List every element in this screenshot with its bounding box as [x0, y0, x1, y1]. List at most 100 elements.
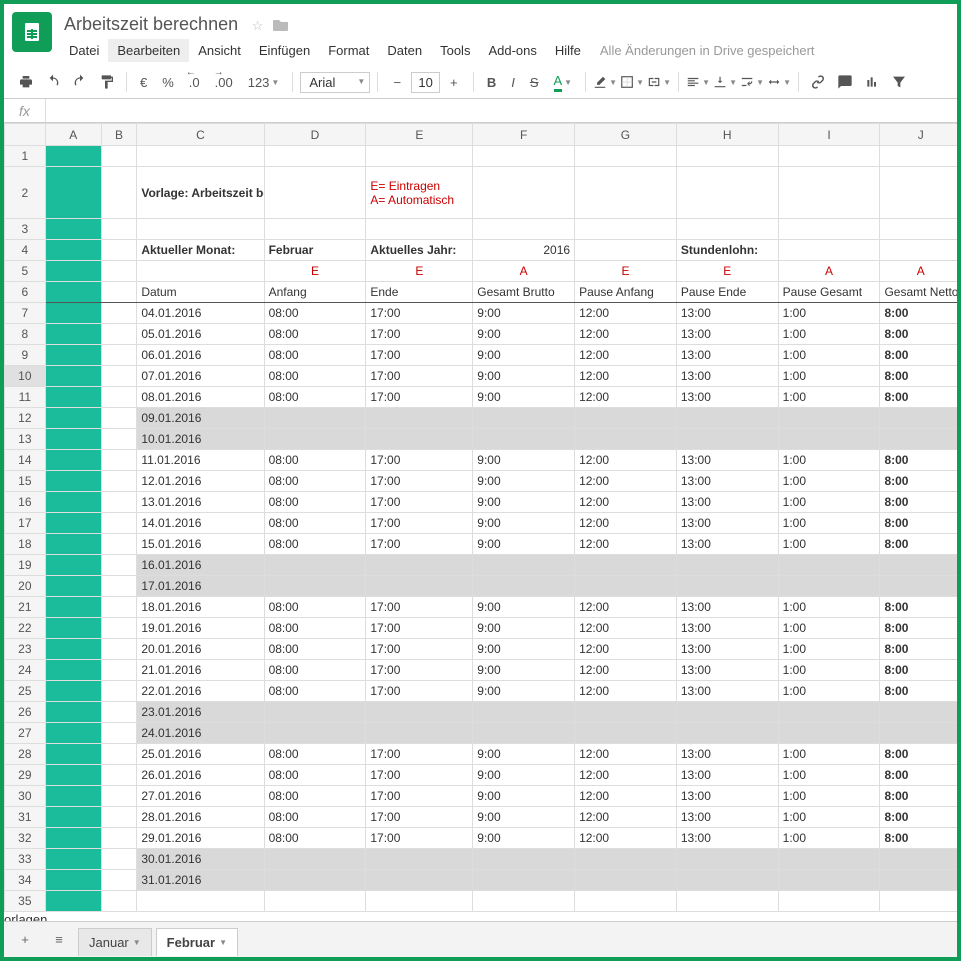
- col-head-I[interactable]: I: [778, 124, 880, 146]
- menu-einfügen[interactable]: Einfügen: [250, 39, 319, 62]
- cell[interactable]: [45, 240, 101, 261]
- cell[interactable]: [101, 576, 137, 597]
- cell[interactable]: [45, 513, 101, 534]
- col-head-A[interactable]: A: [45, 124, 101, 146]
- cell[interactable]: [880, 555, 957, 576]
- cell[interactable]: 08:00: [264, 513, 366, 534]
- cell[interactable]: 17:00: [366, 492, 473, 513]
- cell[interactable]: [101, 702, 137, 723]
- fill-color-button[interactable]: ▼: [593, 70, 617, 94]
- row-head-17[interactable]: 17: [5, 513, 46, 534]
- row-head-6[interactable]: 6: [5, 282, 46, 303]
- bold-button[interactable]: B: [481, 70, 502, 94]
- cell[interactable]: E: [676, 261, 778, 282]
- cell[interactable]: 18.01.2016: [137, 597, 264, 618]
- cell[interactable]: [366, 146, 473, 167]
- cell[interactable]: 08:00: [264, 765, 366, 786]
- cell[interactable]: [778, 702, 880, 723]
- cell[interactable]: [45, 492, 101, 513]
- cell[interactable]: E: [366, 261, 473, 282]
- cell[interactable]: [264, 702, 366, 723]
- cell[interactable]: 13:00: [676, 639, 778, 660]
- cell[interactable]: 8:00: [880, 765, 957, 786]
- cell[interactable]: 12:00: [575, 303, 677, 324]
- cell[interactable]: 12:00: [575, 450, 677, 471]
- cell[interactable]: 12:00: [575, 744, 677, 765]
- cell[interactable]: [45, 597, 101, 618]
- cell[interactable]: [676, 167, 778, 219]
- cell[interactable]: Vorlage: Arbeitszeit berechnen: [137, 167, 264, 219]
- cell[interactable]: [880, 146, 957, 167]
- col-head-H[interactable]: H: [676, 124, 778, 146]
- col-head-C[interactable]: C: [137, 124, 264, 146]
- cell[interactable]: 08.01.2016: [137, 387, 264, 408]
- cell[interactable]: [366, 576, 473, 597]
- cell[interactable]: [473, 702, 575, 723]
- cell[interactable]: [880, 408, 957, 429]
- cell[interactable]: 1:00: [778, 681, 880, 702]
- cell[interactable]: 8:00: [880, 303, 957, 324]
- cell[interactable]: A: [778, 261, 880, 282]
- cell[interactable]: 9:00: [473, 513, 575, 534]
- cell[interactable]: [45, 807, 101, 828]
- cell[interactable]: 1:00: [778, 303, 880, 324]
- cell[interactable]: 1:00: [778, 366, 880, 387]
- cell[interactable]: 12:00: [575, 345, 677, 366]
- cell[interactable]: [473, 408, 575, 429]
- cell[interactable]: [45, 828, 101, 849]
- cell[interactable]: [45, 261, 101, 282]
- cell[interactable]: [101, 555, 137, 576]
- row-head-22[interactable]: 22: [5, 618, 46, 639]
- cell[interactable]: 12:00: [575, 366, 677, 387]
- cell[interactable]: 8:00: [880, 786, 957, 807]
- cell[interactable]: [575, 146, 677, 167]
- row-head-4[interactable]: 4: [5, 240, 46, 261]
- cell[interactable]: E= Eintragen A= Automatisch: [366, 167, 473, 219]
- col-head-F[interactable]: F: [473, 124, 575, 146]
- cell[interactable]: 12:00: [575, 765, 677, 786]
- strike-button[interactable]: S: [524, 70, 545, 94]
- cell[interactable]: 17:00: [366, 513, 473, 534]
- cell[interactable]: [45, 534, 101, 555]
- cell[interactable]: [45, 849, 101, 870]
- row-head-5[interactable]: 5: [5, 261, 46, 282]
- row-head-16[interactable]: 16: [5, 492, 46, 513]
- cell[interactable]: [778, 240, 880, 261]
- cell[interactable]: [473, 870, 575, 891]
- cell[interactable]: 8:00: [880, 807, 957, 828]
- cell[interactable]: [45, 429, 101, 450]
- row-head-9[interactable]: 9: [5, 345, 46, 366]
- cell[interactable]: 13.01.2016: [137, 492, 264, 513]
- cell[interactable]: 12:00: [575, 618, 677, 639]
- cell[interactable]: [45, 723, 101, 744]
- halign-button[interactable]: ▼: [686, 70, 710, 94]
- row-head-2[interactable]: 2: [5, 167, 46, 219]
- all-sheets-button[interactable]: ≡: [44, 926, 74, 954]
- cell[interactable]: 25.01.2016: [137, 744, 264, 765]
- cell[interactable]: 1:00: [778, 492, 880, 513]
- cell[interactable]: [473, 891, 575, 912]
- cell[interactable]: [45, 167, 101, 219]
- cell[interactable]: [473, 146, 575, 167]
- formula-input[interactable]: [46, 99, 957, 122]
- cell[interactable]: 17:00: [366, 303, 473, 324]
- cell[interactable]: [676, 849, 778, 870]
- cell[interactable]: 8:00: [880, 471, 957, 492]
- cell[interactable]: [45, 471, 101, 492]
- cell[interactable]: 8:00: [880, 618, 957, 639]
- cell[interactable]: [473, 167, 575, 219]
- cell[interactable]: 8:00: [880, 387, 957, 408]
- cell[interactable]: 1:00: [778, 639, 880, 660]
- cell[interactable]: 09.01.2016: [137, 408, 264, 429]
- cell[interactable]: 08:00: [264, 366, 366, 387]
- cell[interactable]: 8:00: [880, 366, 957, 387]
- cell[interactable]: 16.01.2016: [137, 555, 264, 576]
- cell[interactable]: 13:00: [676, 618, 778, 639]
- cell[interactable]: [101, 492, 137, 513]
- cell[interactable]: 9:00: [473, 450, 575, 471]
- cell[interactable]: [101, 723, 137, 744]
- row-head-29[interactable]: 29: [5, 765, 46, 786]
- cell[interactable]: [880, 702, 957, 723]
- cell[interactable]: [101, 261, 137, 282]
- cell[interactable]: 08:00: [264, 807, 366, 828]
